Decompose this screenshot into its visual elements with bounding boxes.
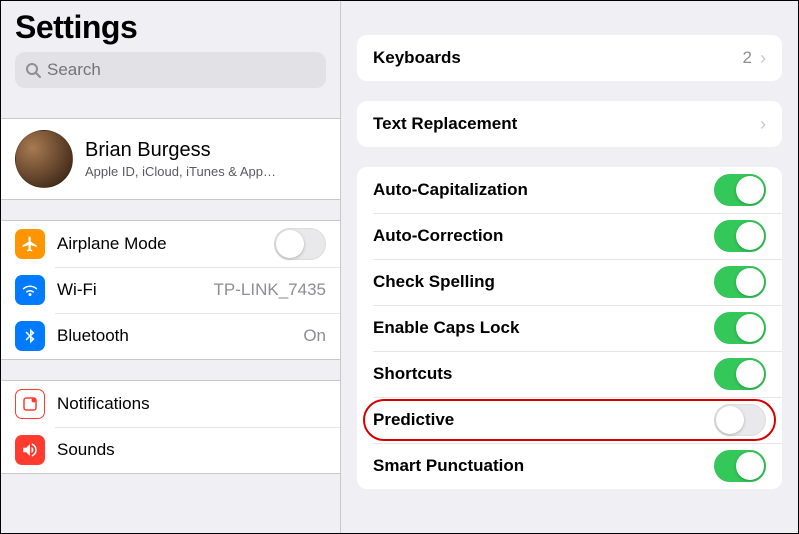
- settings-sidebar: Settings Brian Burgess Apple ID, iCloud,…: [1, 1, 341, 533]
- airplane-label: Airplane Mode: [57, 234, 274, 254]
- wifi-label: Wi-Fi: [57, 280, 206, 300]
- wifi-icon: [15, 275, 45, 305]
- notifications-row[interactable]: Notifications: [1, 381, 340, 427]
- toggle-switch-shortcuts[interactable]: [714, 358, 766, 390]
- toggle-row-auto_cap[interactable]: Auto-Capitalization: [357, 167, 782, 213]
- wifi-row[interactable]: Wi-Fi TP-LINK_7435: [1, 267, 340, 313]
- toggle-row-shortcuts[interactable]: Shortcuts: [357, 351, 782, 397]
- toggle-switch-auto_correct[interactable]: [714, 220, 766, 252]
- toggle-label-smart_punct: Smart Punctuation: [373, 456, 714, 476]
- toggle-label-predictive: Predictive: [373, 410, 714, 430]
- keyboards-count: 2: [743, 48, 752, 68]
- chevron-right-icon: ›: [760, 48, 766, 69]
- search-field[interactable]: [15, 52, 326, 88]
- profile-text: Brian Burgess Apple ID, iCloud, iTunes &…: [85, 139, 276, 179]
- search-input[interactable]: [47, 60, 316, 80]
- keyboards-row[interactable]: Keyboards 2 ›: [357, 35, 782, 81]
- keyboard-settings-detail: Keyboards 2 › Text Replacement › Auto-Ca…: [341, 1, 798, 533]
- toggle-switch-check_spelling[interactable]: [714, 266, 766, 298]
- toggle-switch-caps_lock[interactable]: [714, 312, 766, 344]
- text-replacement-label: Text Replacement: [373, 114, 760, 134]
- sounds-label: Sounds: [57, 440, 326, 460]
- keyboard-toggle-group: Auto-Capitalization Auto-Correction Check …: [357, 167, 782, 489]
- toggle-row-smart_punct[interactable]: Smart Punctuation: [357, 443, 782, 489]
- toggle-row-check_spelling[interactable]: Check Spelling: [357, 259, 782, 305]
- keyboards-label: Keyboards: [373, 48, 743, 68]
- text-replacement-group: Text Replacement ›: [357, 101, 782, 147]
- apple-id-row[interactable]: Brian Burgess Apple ID, iCloud, iTunes &…: [1, 119, 340, 199]
- toggle-label-caps_lock: Enable Caps Lock: [373, 318, 714, 338]
- toggle-label-shortcuts: Shortcuts: [373, 364, 714, 384]
- notifications-icon: [15, 389, 45, 419]
- sidebar-header: Settings: [1, 1, 340, 98]
- sounds-icon: [15, 435, 45, 465]
- avatar: [15, 130, 73, 188]
- bluetooth-icon: [15, 321, 45, 351]
- toggle-row-caps_lock[interactable]: Enable Caps Lock: [357, 305, 782, 351]
- alerts-group: Notifications Sounds: [1, 380, 340, 474]
- notifications-label: Notifications: [57, 394, 326, 414]
- airplane-mode-row[interactable]: Airplane Mode: [1, 221, 340, 267]
- toggle-label-auto_correct: Auto-Correction: [373, 226, 714, 246]
- wifi-value: TP-LINK_7435: [214, 280, 326, 300]
- bluetooth-label: Bluetooth: [57, 326, 295, 346]
- keyboards-group: Keyboards 2 ›: [357, 35, 782, 81]
- toggle-label-check_spelling: Check Spelling: [373, 272, 714, 292]
- page-title: Settings: [15, 9, 326, 46]
- airplane-icon: [15, 229, 45, 259]
- text-replacement-row[interactable]: Text Replacement ›: [357, 101, 782, 147]
- search-icon: [25, 62, 41, 78]
- toggle-row-auto_correct[interactable]: Auto-Correction: [357, 213, 782, 259]
- toggle-switch-auto_cap[interactable]: [714, 174, 766, 206]
- network-group: Airplane Mode Wi-Fi TP-LINK_7435 Bluetoo…: [1, 220, 340, 360]
- bluetooth-value: On: [303, 326, 326, 346]
- profile-subtitle: Apple ID, iCloud, iTunes & App…: [85, 164, 276, 179]
- toggle-switch-predictive[interactable]: [714, 404, 766, 436]
- airplane-toggle[interactable]: [274, 228, 326, 260]
- toggle-row-predictive[interactable]: Predictive: [357, 397, 782, 443]
- sounds-row[interactable]: Sounds: [1, 427, 340, 473]
- profile-name: Brian Burgess: [85, 139, 276, 162]
- bluetooth-row[interactable]: Bluetooth On: [1, 313, 340, 359]
- toggle-switch-smart_punct[interactable]: [714, 450, 766, 482]
- toggle-label-auto_cap: Auto-Capitalization: [373, 180, 714, 200]
- chevron-right-icon: ›: [760, 114, 766, 135]
- profile-group: Brian Burgess Apple ID, iCloud, iTunes &…: [1, 118, 340, 200]
